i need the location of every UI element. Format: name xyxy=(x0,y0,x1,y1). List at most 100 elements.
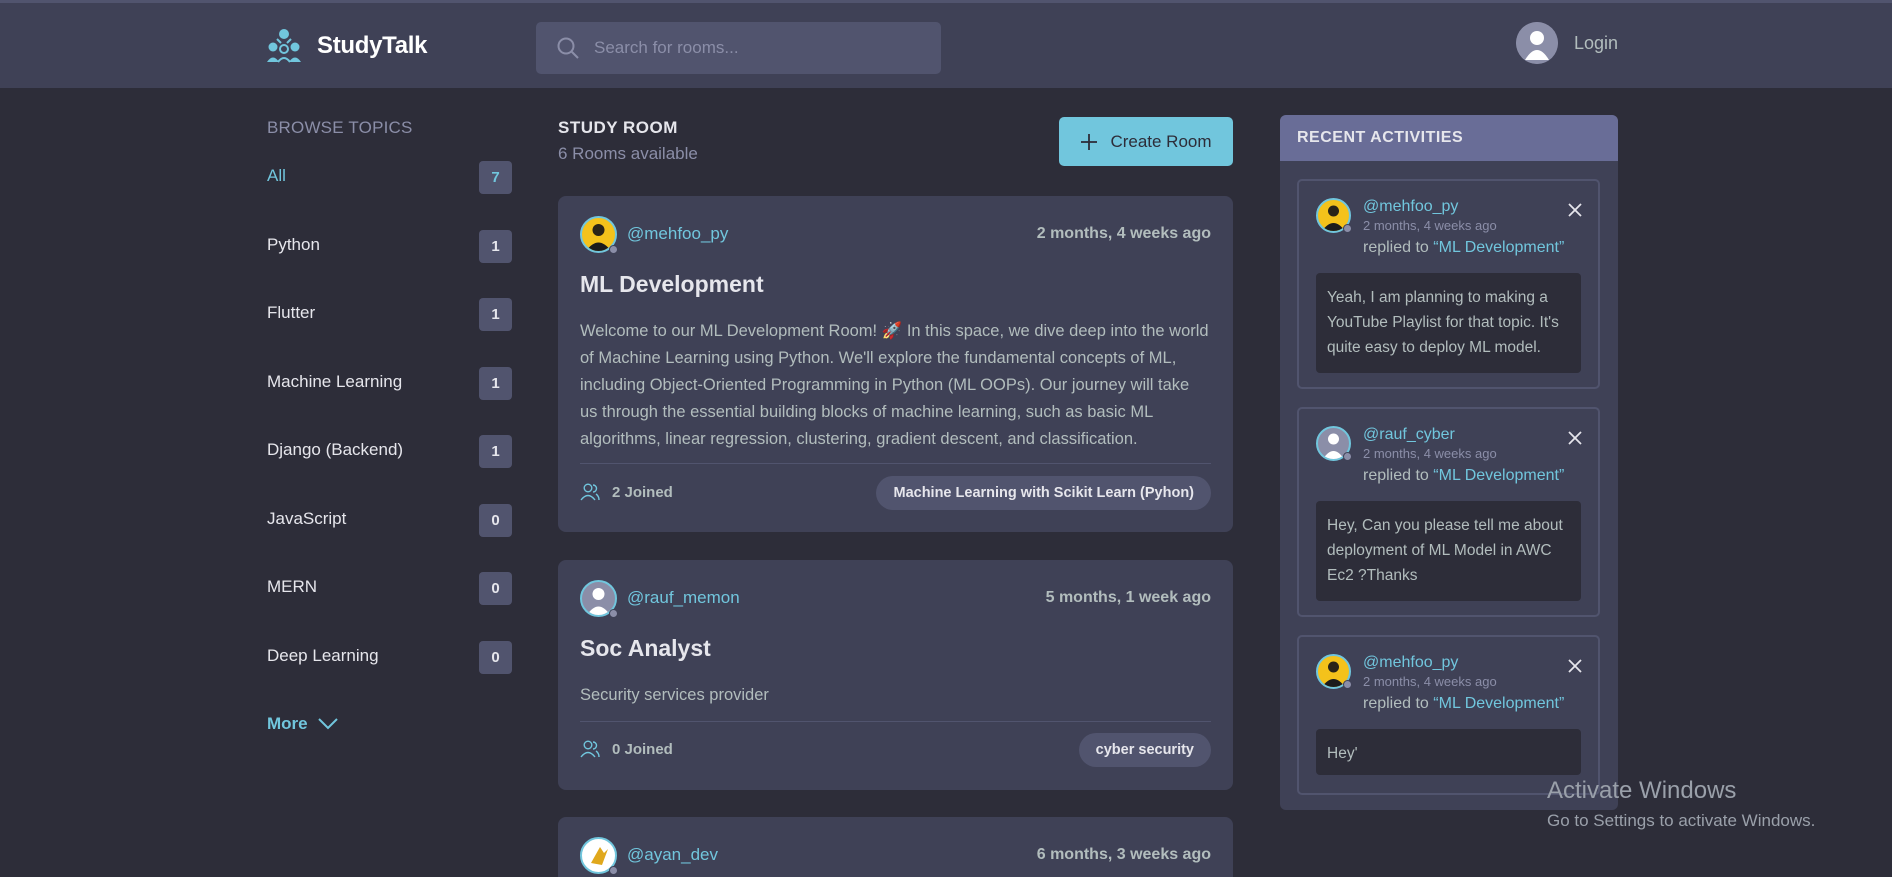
activity-room-link[interactable]: “ML Development” xyxy=(1433,239,1564,256)
topic-item-all[interactable]: All 7 xyxy=(267,156,512,225)
room-timestamp: 6 months, 3 weeks ago xyxy=(1036,846,1211,863)
more-label[interactable]: More xyxy=(267,714,308,734)
topic-name[interactable]: Machine Learning xyxy=(267,372,402,392)
activity-message: Hey, Can you please tell me about deploy… xyxy=(1316,501,1581,601)
create-room-label: Create Room xyxy=(1110,131,1212,151)
room-host: @ayan_dev 6 months, 3 weeks ago xyxy=(580,837,1211,875)
room-topic-tag[interactable]: Machine Learning with Scikit Learn (Pyho… xyxy=(876,476,1211,510)
room-card[interactable]: @mehfoo_py 2 months, 4 weeks ago ML Deve… xyxy=(558,196,1233,532)
watermark-subtitle: Go to Settings to activate Windows. xyxy=(1547,811,1816,830)
top-navbar: StudyTalk Login xyxy=(0,0,1892,88)
activity-username[interactable]: @mehfoo_py xyxy=(1363,198,1458,216)
activity-message: Hey' xyxy=(1316,729,1581,775)
room-topic-tag[interactable]: cyber security xyxy=(1078,733,1211,767)
online-status-dot xyxy=(1343,680,1352,689)
room-host-username[interactable]: @mehfoo_py xyxy=(627,224,728,244)
topic-name[interactable]: MERN xyxy=(267,577,317,597)
windows-activation-watermark: Activate Windows Go to Settings to activ… xyxy=(1547,777,1815,831)
topic-count: 1 xyxy=(479,366,512,400)
room-description: Security services provider xyxy=(580,686,769,704)
activity-message: Yeah, I am planning to making a YouTube … xyxy=(1316,273,1581,373)
close-icon[interactable] xyxy=(1566,657,1584,675)
topic-item-django[interactable]: Django (Backend) 1 xyxy=(267,430,512,499)
close-icon[interactable] xyxy=(1566,429,1584,447)
topic-item-python[interactable]: Python 1 xyxy=(267,225,512,294)
reply-prefix: replied to xyxy=(1363,695,1429,712)
room-participants: 2 Joined xyxy=(580,483,673,501)
topic-name[interactable]: JavaScript xyxy=(267,509,346,529)
joined-count: 2 Joined xyxy=(612,483,673,501)
topic-count: 7 xyxy=(479,161,512,194)
search-bar xyxy=(536,22,941,74)
room-title[interactable]: Soc Analyst xyxy=(580,635,711,662)
room-host-username[interactable]: @rauf_memon xyxy=(627,588,740,608)
reply-prefix: replied to xyxy=(1363,467,1429,484)
activity-item: @mehfoo_py 2 months, 4 weeks ago replied… xyxy=(1297,179,1600,389)
topic-count: 0 xyxy=(479,640,512,674)
topics-sidebar: BROWSE TOPICS All 7 Python 1 Flutter 1 M… xyxy=(267,118,512,733)
topic-count: 0 xyxy=(479,572,512,605)
activity-reply-line: replied to “ML Development” xyxy=(1363,695,1564,713)
room-participants: 0 Joined xyxy=(580,740,673,758)
login-label[interactable]: Login xyxy=(1574,33,1618,54)
app-name: StudyTalk xyxy=(317,32,428,59)
topic-item-deep-learning[interactable]: Deep Learning 0 xyxy=(267,636,512,705)
activity-reply-line: replied to “ML Development” xyxy=(1363,467,1564,485)
topic-name[interactable]: Flutter xyxy=(267,303,315,323)
topic-item-mern[interactable]: MERN 0 xyxy=(267,567,512,636)
joined-count: 0 Joined xyxy=(612,740,673,758)
topic-count: 1 xyxy=(479,435,512,468)
study-room-header: STUDY ROOM 6 Rooms available xyxy=(558,118,698,164)
activity-timestamp: 2 months, 4 weeks ago xyxy=(1363,674,1497,689)
more-topics-link[interactable]: More xyxy=(267,714,338,734)
activity-username[interactable]: @mehfoo_py xyxy=(1363,654,1458,672)
topic-count: 0 xyxy=(479,503,512,537)
room-description: Welcome to our ML Development Room! 🚀 In… xyxy=(580,322,1209,448)
topic-name[interactable]: Deep Learning xyxy=(267,646,379,666)
topic-list: All 7 Python 1 Flutter 1 Machine Learnin… xyxy=(267,156,512,704)
chevron-down-icon[interactable] xyxy=(317,718,338,730)
topic-name[interactable]: Django (Backend) xyxy=(267,440,403,460)
room-host: @rauf_memon 5 months, 1 week ago xyxy=(580,580,1211,618)
watermark-title: Activate Windows xyxy=(1547,777,1737,804)
close-icon[interactable] xyxy=(1566,201,1584,219)
online-status-dot xyxy=(609,245,618,254)
app-logo[interactable]: StudyTalk xyxy=(265,27,428,65)
room-timestamp: 2 months, 4 weeks ago xyxy=(1036,225,1211,242)
activity-item: @rauf_cyber 2 months, 4 weeks ago replie… xyxy=(1297,407,1600,617)
room-host-username[interactable]: @ayan_dev xyxy=(627,845,718,865)
room-card[interactable]: @rauf_memon 5 months, 1 week ago Soc Ana… xyxy=(558,560,1233,790)
topic-count: 1 xyxy=(479,229,512,263)
topic-item-flutter[interactable]: Flutter 1 xyxy=(267,293,512,362)
rooms-count: 6 Rooms available xyxy=(558,144,698,163)
room-title[interactable]: ML Development xyxy=(580,271,764,298)
logo-icon xyxy=(267,29,301,63)
topic-item-javascript[interactable]: JavaScript 0 xyxy=(267,499,512,568)
search-input[interactable] xyxy=(594,38,914,58)
plus-icon xyxy=(1081,133,1098,150)
login-link[interactable]: Login xyxy=(1516,22,1618,64)
activity-timestamp: 2 months, 4 weeks ago xyxy=(1363,218,1497,233)
reply-prefix: replied to xyxy=(1363,239,1429,256)
online-status-dot xyxy=(609,609,618,618)
online-status-dot xyxy=(609,866,618,875)
divider xyxy=(580,463,1211,464)
activity-item: @mehfoo_py 2 months, 4 weeks ago replied… xyxy=(1297,635,1600,795)
users-icon xyxy=(580,483,600,501)
users-icon xyxy=(580,740,600,758)
create-room-button[interactable]: Create Room xyxy=(1059,117,1233,166)
search-icon xyxy=(557,37,579,59)
browse-topics-heading: BROWSE TOPICS xyxy=(267,118,413,137)
room-host: @mehfoo_py 2 months, 4 weeks ago xyxy=(580,216,1211,254)
topic-name[interactable]: Python xyxy=(267,235,320,255)
activity-room-link[interactable]: “ML Development” xyxy=(1433,695,1564,712)
topic-item-machine-learning[interactable]: Machine Learning 1 xyxy=(267,362,512,431)
activity-room-link[interactable]: “ML Development” xyxy=(1433,467,1564,484)
activity-username[interactable]: @rauf_cyber xyxy=(1363,426,1455,444)
user-avatar-icon[interactable] xyxy=(1516,22,1558,64)
room-timestamp: 5 months, 1 week ago xyxy=(1045,589,1211,606)
topic-name[interactable]: All xyxy=(267,166,286,186)
room-card[interactable]: @ayan_dev 6 months, 3 weeks ago xyxy=(558,817,1233,877)
page-title: STUDY ROOM xyxy=(558,118,678,137)
recent-activities-heading: RECENT ACTIVITIES xyxy=(1280,115,1618,161)
